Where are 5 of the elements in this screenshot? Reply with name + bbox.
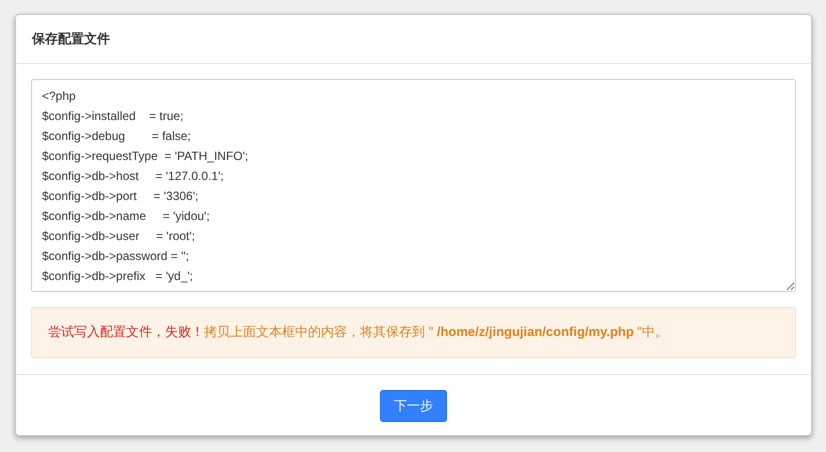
instruction-text: 拷贝上面文本框中的内容，将其保存到 " /home/z/jingujian/config/my.php "中。 (204, 322, 668, 341)
config-textarea[interactable]: <?php $config->installed = true; $config->debug = false; $config->requestType = 'PATH_INFO'; $config->db->host = '127.0.0.1'; $config->db->port = '3306'; $config->db->name = 'yidou'; $config->db->user = 'root'; $config->db->password = ''; $config->db->prefix = 'yd_'; (31, 78, 796, 292)
next-button[interactable]: 下一步 (380, 390, 447, 422)
dialog-title: 保存配置文件 (32, 31, 111, 47)
error-text: 尝试写入配置文件，失败！ (48, 322, 204, 341)
